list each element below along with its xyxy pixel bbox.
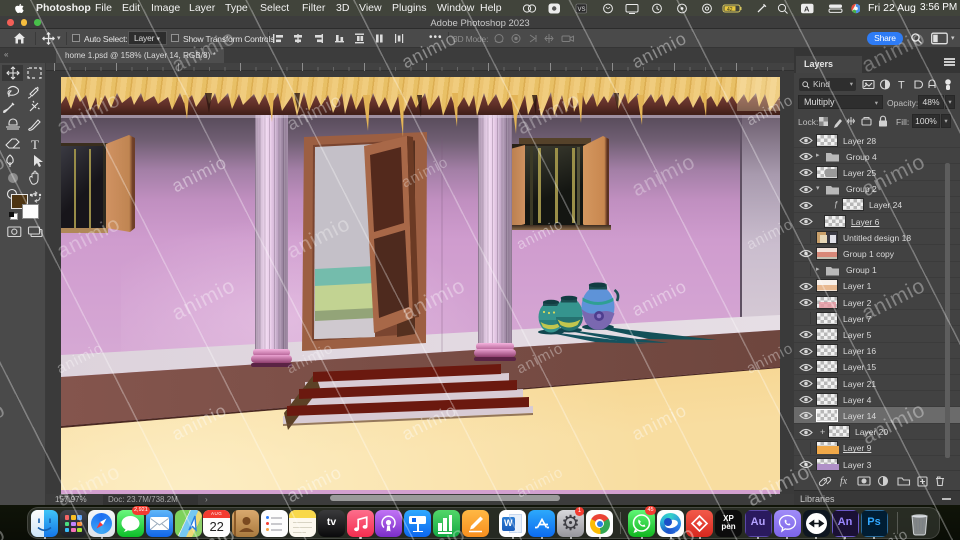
svg-text:42: 42: [727, 7, 733, 13]
svg-text:T: T: [31, 137, 39, 152]
svg-text:T: T: [898, 80, 905, 92]
svg-text:fx: fx: [840, 476, 848, 487]
svg-text:VS: VS: [578, 7, 586, 13]
svg-text:A: A: [804, 5, 810, 14]
